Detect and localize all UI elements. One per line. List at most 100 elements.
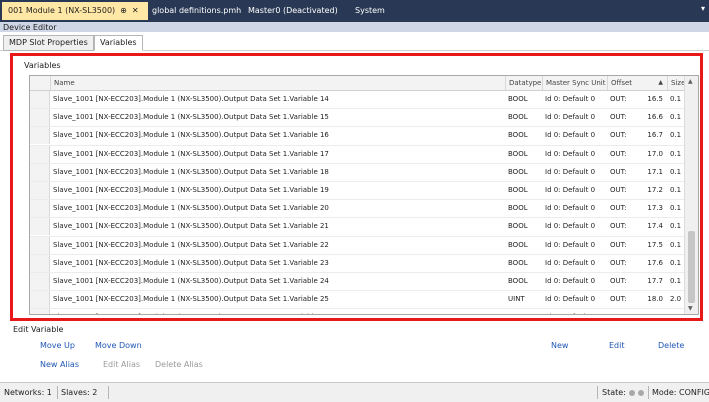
row-selector[interactable] xyxy=(30,236,50,254)
column-header-sync[interactable]: Master Sync Unit xyxy=(542,76,607,90)
size-cell[interactable]: 0.1 xyxy=(667,255,684,272)
size-cell[interactable]: 0.1 xyxy=(667,127,684,144)
variable-name-cell[interactable]: Slave_1001 [NX-ECC203].Module 1 (NX-SL35… xyxy=(50,164,505,181)
offset-cell[interactable]: OUT: 16.7 xyxy=(607,127,667,144)
size-cell[interactable]: 0.1 xyxy=(667,91,684,108)
row-selector[interactable] xyxy=(30,254,50,272)
variable-name-cell[interactable]: Slave_1001 [NX-ECC203].Module 1 (NX-SL35… xyxy=(50,291,505,308)
sync-unit-cell[interactable]: Id 0: Default 0 xyxy=(542,218,607,235)
size-cell[interactable]: 0.1 xyxy=(667,237,684,254)
offset-cell[interactable]: OUT: 17.1 xyxy=(607,164,667,181)
row-selector[interactable] xyxy=(30,200,50,218)
pin-icon[interactable]: ⊕ xyxy=(120,2,127,20)
new-alias-button[interactable]: New Alias xyxy=(40,360,79,369)
datatype-cell[interactable]: BOOL xyxy=(505,109,542,126)
table-row[interactable]: Slave_1001 [NX-ECC203].Module 1 (NX-SL35… xyxy=(30,254,684,273)
row-selector[interactable] xyxy=(30,218,50,236)
variable-name-cell[interactable]: Slave_1001 [NX-ECC203].Module 1 (NX-SL35… xyxy=(50,237,505,254)
size-cell[interactable]: 0.1 xyxy=(667,273,684,290)
offset-cell[interactable]: OUT: 20.0 xyxy=(607,309,667,314)
row-selector[interactable] xyxy=(30,163,50,181)
sync-unit-cell[interactable]: Id 0: Default 0 xyxy=(542,91,607,108)
vertical-scrollbar[interactable]: ▲ ▼ xyxy=(684,76,698,314)
size-cell[interactable]: 0.1 xyxy=(667,182,684,199)
scroll-up-icon[interactable]: ▲ xyxy=(688,78,693,85)
variable-name-cell[interactable]: Slave_1001 [NX-ECC203].Module 1 (NX-SL35… xyxy=(50,146,505,163)
row-selector[interactable] xyxy=(30,181,50,199)
scroll-thumb[interactable] xyxy=(688,231,695,303)
row-selector[interactable] xyxy=(30,109,50,127)
table-row[interactable]: Slave_1001 [NX-ECC203].Module 1 (NX-SL35… xyxy=(30,109,684,128)
edit-alias-button[interactable]: Edit Alias xyxy=(103,360,140,369)
sync-unit-cell[interactable]: Id 0: Default 0 xyxy=(542,255,607,272)
tab-variables[interactable]: Variables xyxy=(94,35,143,51)
variable-name-cell[interactable]: Slave_1001 [NX-ECC203].Module 1 (NX-SL35… xyxy=(50,309,505,314)
datatype-cell[interactable]: BOOL xyxy=(505,127,542,144)
row-selector[interactable] xyxy=(30,272,50,290)
row-selector[interactable] xyxy=(30,145,50,163)
size-cell[interactable]: 0.1 xyxy=(667,164,684,181)
datatype-cell[interactable]: BOOL xyxy=(505,218,542,235)
offset-cell[interactable]: OUT: 17.2 xyxy=(607,182,667,199)
table-row[interactable]: Slave_1001 [NX-ECC203].Module 1 (NX-SL35… xyxy=(30,163,684,182)
datatype-cell[interactable]: BOOL xyxy=(505,164,542,181)
datatype-cell[interactable]: BOOL xyxy=(505,237,542,254)
variable-name-cell[interactable]: Slave_1001 [NX-ECC203].Module 1 (NX-SL35… xyxy=(50,273,505,290)
table-row[interactable]: Slave_1001 [NX-ECC203].Module 1 (NX-SL35… xyxy=(30,309,684,314)
datatype-cell[interactable]: UINT xyxy=(505,291,542,308)
size-cell[interactable]: 0.1 xyxy=(667,146,684,163)
sync-unit-cell[interactable]: Id 0: Default 0 xyxy=(542,291,607,308)
row-selector[interactable] xyxy=(30,291,50,309)
sync-unit-cell[interactable]: Id 0: Default 0 xyxy=(542,200,607,217)
sync-unit-cell[interactable]: Id 0: Default 0 xyxy=(542,273,607,290)
sync-unit-cell[interactable]: Id 0: Default 0 xyxy=(542,309,607,314)
sync-unit-cell[interactable]: Id 0: Default 0 xyxy=(542,127,607,144)
table-row[interactable]: Slave_1001 [NX-ECC203].Module 1 (NX-SL35… xyxy=(30,272,684,292)
table-row[interactable]: Slave_1001 [NX-ECC203].Module 1 (NX-SL35… xyxy=(30,236,684,255)
variable-name-cell[interactable]: Slave_1001 [NX-ECC203].Module 1 (NX-SL35… xyxy=(50,91,505,108)
column-header-datatype[interactable]: Datatype xyxy=(505,76,542,90)
variable-name-cell[interactable]: Slave_1001 [NX-ECC203].Module 1 (NX-SL35… xyxy=(50,127,505,144)
table-row[interactable]: Slave_1001 [NX-ECC203].Module 1 (NX-SL35… xyxy=(30,218,684,237)
table-row[interactable]: Slave_1001 [NX-ECC203].Module 1 (NX-SL35… xyxy=(30,291,684,310)
tab-master0[interactable]: Master0 (Deactivated) xyxy=(248,2,338,20)
table-row[interactable]: Slave_1001 [NX-ECC203].Module 1 (NX-SL35… xyxy=(30,145,684,164)
tab-mdp-slot-properties[interactable]: MDP Slot Properties xyxy=(3,35,94,51)
variable-name-cell[interactable]: Slave_1001 [NX-ECC203].Module 1 (NX-SL35… xyxy=(50,218,505,235)
offset-cell[interactable]: OUT: 17.3 xyxy=(607,200,667,217)
datatype-cell[interactable]: BOOL xyxy=(505,146,542,163)
sync-unit-cell[interactable]: Id 0: Default 0 xyxy=(542,164,607,181)
variable-name-cell[interactable]: Slave_1001 [NX-ECC203].Module 1 (NX-SL35… xyxy=(50,255,505,272)
sync-unit-cell[interactable]: Id 0: Default 0 xyxy=(542,182,607,199)
datatype-cell[interactable]: BOOL xyxy=(505,255,542,272)
row-selector[interactable] xyxy=(30,91,50,108)
sync-unit-cell[interactable]: Id 0: Default 0 xyxy=(542,146,607,163)
offset-cell[interactable]: OUT: 17.4 xyxy=(607,218,667,235)
table-row[interactable]: Slave_1001 [NX-ECC203].Module 1 (NX-SL35… xyxy=(30,181,684,201)
tab-system[interactable]: System xyxy=(355,2,385,20)
table-row[interactable]: Slave_1001 [NX-ECC203].Module 1 (NX-SL35… xyxy=(30,127,684,146)
datatype-cell[interactable]: BOOL xyxy=(505,182,542,199)
offset-cell[interactable]: OUT: 17.5 xyxy=(607,237,667,254)
datatype-cell[interactable]: BOOL xyxy=(505,200,542,217)
edit-button[interactable]: Edit xyxy=(609,341,625,350)
offset-cell[interactable]: OUT: 17.0 xyxy=(607,146,667,163)
variable-name-cell[interactable]: Slave_1001 [NX-ECC203].Module 1 (NX-SL35… xyxy=(50,200,505,217)
tab-module-1[interactable]: 001 Module 1 (NX-SL3500) ⊕ ✕ xyxy=(2,2,148,20)
column-header-size[interactable]: Size xyxy=(667,76,685,90)
offset-cell[interactable]: OUT: 18.0 xyxy=(607,291,667,308)
variable-name-cell[interactable]: Slave_1001 [NX-ECC203].Module 1 (NX-SL35… xyxy=(50,182,505,199)
offset-cell[interactable]: OUT: 16.5 xyxy=(607,91,667,108)
offset-cell[interactable]: OUT: 16.6 xyxy=(607,109,667,126)
tab-global-definitions[interactable]: global definitions.pmh xyxy=(152,2,241,20)
datatype-cell[interactable]: UINT xyxy=(505,309,542,314)
scroll-down-icon[interactable]: ▼ xyxy=(688,305,693,312)
table-row[interactable]: Slave_1001 [NX-ECC203].Module 1 (NX-SL35… xyxy=(30,91,684,110)
offset-cell[interactable]: OUT: 17.7 xyxy=(607,273,667,290)
tab-overflow-icon[interactable]: ▾ xyxy=(701,4,705,13)
size-cell[interactable]: 0.1 xyxy=(667,218,684,235)
delete-alias-button[interactable]: Delete Alias xyxy=(155,360,203,369)
size-cell[interactable]: 0.1 xyxy=(667,109,684,126)
new-button[interactable]: New xyxy=(551,341,568,350)
column-header-offset[interactable]: Offset ▲ xyxy=(607,76,667,90)
